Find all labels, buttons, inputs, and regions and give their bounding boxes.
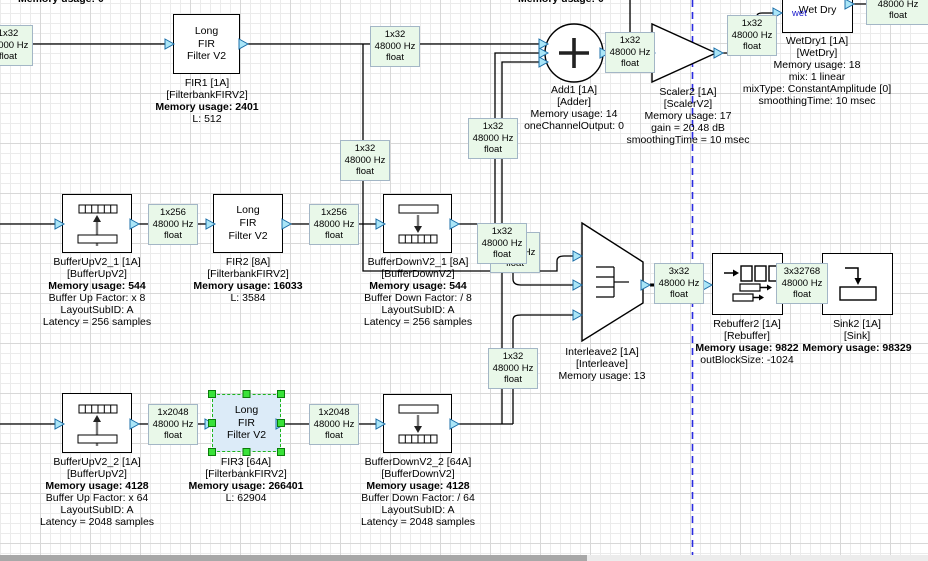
block-fir1[interactable]: Long FIR Filter V2	[173, 14, 240, 74]
block-caption-sink2: Sink2 [1A] [Sink] Memory usage: 98329	[742, 318, 928, 354]
block-fir3-selected[interactable]: Long FIR Filter V2	[212, 394, 281, 452]
block-sink2[interactable]	[822, 253, 893, 315]
wire-label[interactable]: 1x32 48000 Hz float	[605, 32, 655, 73]
block-bufferdown2[interactable]	[383, 394, 452, 453]
wire-label[interactable]: 1x256 48000 Hz float	[148, 204, 198, 245]
wire-label[interactable]: 1x32 48000 Hz float	[370, 26, 420, 67]
block-rebuffer2[interactable]	[712, 253, 783, 315]
clipped-memory-label: Memory usage: 0	[518, 0, 604, 5]
block-bufferup1[interactable]	[62, 194, 132, 253]
block-title: Long FIR Filter V2	[214, 195, 282, 252]
clipped-memory-label: Memory usage: 0	[18, 0, 104, 5]
scrollbar-thumb[interactable]	[0, 555, 587, 561]
wire-label[interactable]: 1x256 48000 Hz float	[309, 204, 359, 245]
wire-label[interactable]: 3x32 48000 Hz float	[654, 263, 704, 304]
wire-label[interactable]: 1x2048 48000 Hz float	[148, 404, 198, 445]
block-caption-fir1: FIR1 [1A] [FilterbankFIRV2] Memory usage…	[92, 77, 322, 125]
diagram-canvas[interactable]: Long FIR Filter V2 Long FIR Filter V2 Lo…	[0, 0, 928, 561]
wire-label[interactable]: 1x32 48000 Hz float	[0, 25, 33, 66]
wire-label[interactable]: 1x32 48000 Hz float	[340, 140, 390, 181]
block-fir2[interactable]: Long FIR Filter V2	[213, 194, 283, 253]
block-title: Long FIR Filter V2	[213, 395, 280, 451]
horizontal-scrollbar[interactable]	[0, 555, 928, 561]
block-bufferup2[interactable]	[62, 393, 132, 453]
block-caption-bufferdown2: BufferDownV2_2 [64A] [BufferDownV2] Memo…	[303, 456, 533, 528]
wire-label[interactable]: 1x32 48000 Hz float	[866, 0, 928, 25]
block-title: Long FIR Filter V2	[174, 15, 239, 73]
block-caption-bufferdown1: BufferDownV2_1 [8A] [BufferDownV2] Memor…	[303, 256, 533, 328]
wet-pin-label: wet	[792, 8, 807, 19]
block-bufferdown1[interactable]	[383, 194, 452, 253]
wire-label[interactable]: 1x2048 48000 Hz float	[309, 404, 359, 445]
block-caption-wetdry1: WetDry1 [1A] [WetDry] Memory usage: 18 m…	[702, 35, 928, 107]
wire-label[interactable]: 3x32768 48000 Hz float	[776, 263, 828, 304]
